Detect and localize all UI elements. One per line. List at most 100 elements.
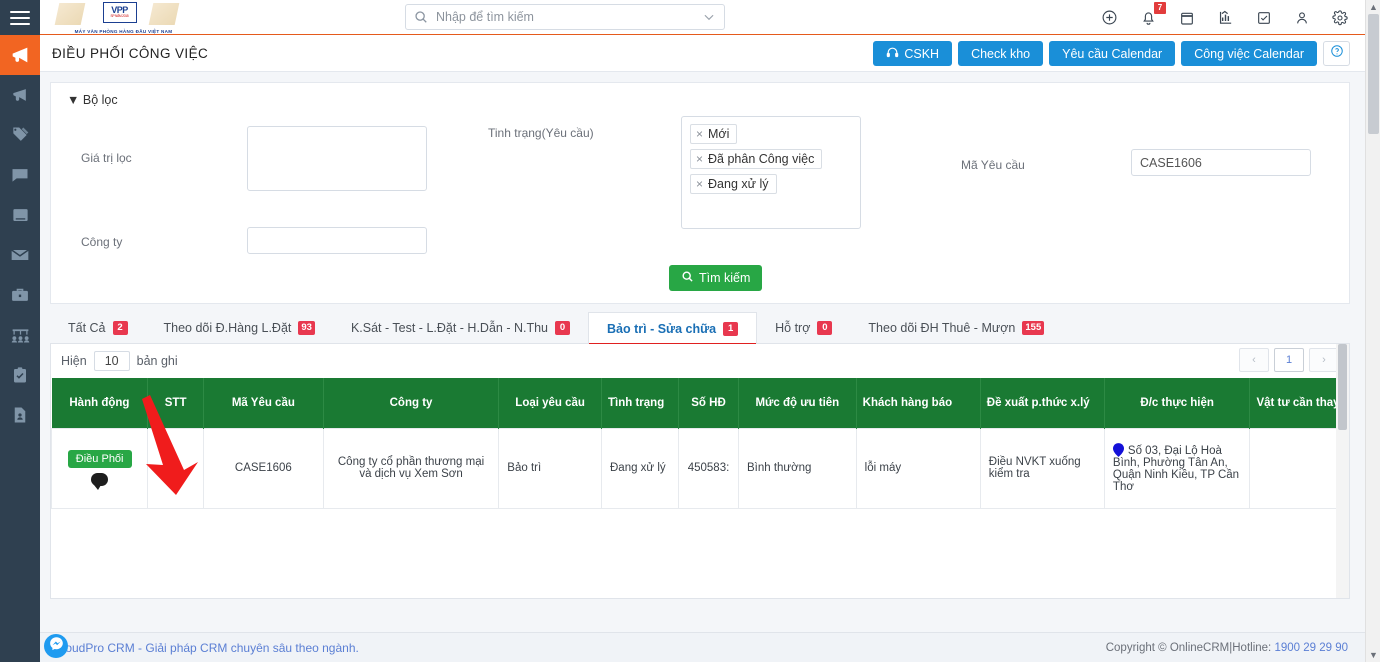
sidebar-item-mail[interactable]: [0, 235, 40, 275]
tab-ksat-test-ldat[interactable]: K.Sát - Test - L.Đặt - H.Dẫn - N.Thu 0: [333, 312, 588, 343]
pagination-page-1[interactable]: 1: [1274, 348, 1304, 372]
cell-tinh-trang: Đang xử lý: [600, 427, 680, 509]
col-stt[interactable]: STT: [147, 378, 204, 428]
calendar-icon[interactable]: [1179, 10, 1195, 26]
messenger-icon: [49, 636, 64, 656]
scroll-up-arrow-icon[interactable]: ▲: [1369, 2, 1378, 12]
gia-tri-loc-input[interactable]: [247, 126, 427, 191]
hamburger-icon: [10, 7, 30, 29]
tab-count-badge: 1: [723, 321, 739, 336]
gia-tri-loc-label: Giá trị lọc: [81, 151, 132, 165]
logo-tagline: MÁY VĂN PHÒNG HÀNG ĐẦU VIỆT NAM: [74, 29, 173, 34]
ma-yeu-cau-input[interactable]: CASE1606: [1131, 149, 1311, 176]
remove-tag-icon[interactable]: ×: [696, 127, 703, 141]
page-scroll-thumb[interactable]: [1368, 14, 1379, 134]
cong-ty-label: Công ty: [81, 235, 123, 249]
search-input[interactable]: Nhập để tìm kiếm: [436, 10, 702, 24]
gear-icon[interactable]: [1332, 9, 1348, 26]
page-vertical-scrollbar[interactable]: ▲ ▼: [1365, 0, 1380, 662]
filter-panel: ▼ Bộ lọc Giá trị lọc Công ty Tinh trạng(…: [50, 82, 1350, 304]
sidebar-item-knowledge[interactable]: [0, 195, 40, 235]
checkbox-icon[interactable]: [1256, 10, 1272, 26]
speaker-icon: [10, 85, 30, 105]
question-circle-icon: [1330, 44, 1344, 63]
cell-cong-ty[interactable]: Công ty cổ phần thương mại và dịch vụ Xe…: [322, 427, 500, 509]
sidebar-item-tags[interactable]: [0, 115, 40, 155]
table-row[interactable]: Điều Phối 1 CASE1606 Công ty cổ phần thư…: [51, 427, 1349, 509]
cskh-button[interactable]: CSKH: [873, 41, 953, 66]
col-ma-yeu-cau[interactable]: Mã Yêu cầu: [203, 378, 324, 428]
cong-viec-calendar-button[interactable]: Công việc Calendar: [1181, 41, 1317, 66]
hotline-label: Hotline:: [1232, 641, 1272, 654]
cong-ty-input[interactable]: [247, 227, 427, 254]
sidebar-item-announcements[interactable]: [0, 35, 40, 75]
tinh-trang-tag[interactable]: × Đang xử lý: [690, 174, 777, 194]
main-region: VPP SP NĂM 2015 MÁY VĂN PHÒNG HÀNG ĐẦU V…: [40, 0, 1380, 662]
scroll-down-arrow-icon[interactable]: ▼: [1369, 650, 1378, 660]
remove-tag-icon[interactable]: ×: [696, 152, 703, 166]
col-de-xuat-pthuc-xly[interactable]: Đề xuất p.thức x.lý: [980, 378, 1105, 428]
col-dia-chi-thuc-hien[interactable]: Đ/c thực hiện: [1104, 378, 1251, 428]
col-cong-ty[interactable]: Công ty: [323, 378, 500, 428]
sidebar-item-work[interactable]: [0, 275, 40, 315]
table-vertical-scrollbar[interactable]: [1336, 344, 1349, 598]
help-button[interactable]: [1323, 41, 1350, 66]
col-so-hd[interactable]: Số HĐ: [678, 378, 739, 428]
company-logo[interactable]: VPP SP NĂM 2015 MÁY VĂN PHÒNG HÀNG ĐẦU V…: [48, 0, 193, 35]
cell-ma-yeu-cau[interactable]: CASE1606: [202, 427, 324, 509]
tab-theo-doi-dh-thue-muon[interactable]: Theo dõi ĐH Thuê - Mượn 155: [850, 312, 1062, 343]
col-loai-yeu-cau[interactable]: Loại yêu cầu: [498, 378, 602, 428]
footer-bar: CloudPro CRM - Giải pháp CRM chuyên sâu …: [40, 632, 1380, 662]
bell-icon[interactable]: 7: [1140, 2, 1166, 26]
plus-circle-icon[interactable]: [1101, 9, 1118, 26]
filter-heading-label: Bộ lọc: [82, 93, 118, 107]
check-kho-button[interactable]: Check kho: [958, 41, 1044, 66]
tinh-trang-tag[interactable]: × Đã phân Công việc: [690, 149, 823, 169]
tinh-trang-multiselect[interactable]: × Mới × Đã phân Công việc × Đang xử lý: [681, 116, 861, 229]
records-per-page-select[interactable]: 10: [93, 351, 130, 371]
sidebar-item-chat[interactable]: [0, 155, 40, 195]
comment-bubble-icon[interactable]: [91, 473, 109, 490]
filter-heading[interactable]: ▼ Bộ lọc: [51, 83, 1349, 107]
dieu-phoi-button[interactable]: Điều Phối: [67, 450, 132, 468]
tinh-trang-tag-label: Mới: [708, 127, 730, 141]
col-muc-do-uu-tien[interactable]: Mức độ ưu tiên: [738, 378, 857, 428]
tag-icon: [10, 125, 30, 145]
tab-ho-tro[interactable]: Hỗ trợ 0: [757, 312, 850, 343]
remove-tag-icon[interactable]: ×: [696, 177, 703, 191]
tab-bao-tri-sua-chua[interactable]: Bảo trì - Sửa chữa 1: [588, 312, 758, 345]
cell-stt: 1: [147, 427, 204, 509]
user-icon[interactable]: [1294, 10, 1310, 26]
chart-icon[interactable]: [1217, 9, 1234, 26]
sidebar-item-tasks[interactable]: [0, 355, 40, 395]
tab-theo-doi-dhang-ldat[interactable]: Theo dõi Đ.Hàng L.Đặt 93: [146, 312, 333, 343]
tab-tat-ca[interactable]: Tất Cả 2: [50, 312, 146, 343]
global-search-box[interactable]: Nhập để tìm kiếm: [405, 4, 725, 30]
footer-brand-text[interactable]: CloudPro CRM - Giải pháp CRM chuyên sâu …: [54, 641, 359, 655]
sidebar-item-customers[interactable]: [0, 315, 40, 355]
messenger-button[interactable]: [44, 634, 68, 658]
table-header-row: Hành động STT Mã Yêu cầu Công ty Loại yê…: [51, 378, 1349, 428]
col-hanh-dong[interactable]: Hành động: [51, 378, 149, 428]
sidebar-item-campaigns[interactable]: [0, 75, 40, 115]
cell-hanh-dong: Điều Phối: [51, 427, 149, 509]
map-pin-icon[interactable]: [1112, 443, 1124, 457]
sidebar-item-reports[interactable]: [0, 395, 40, 435]
hotline-number[interactable]: 1900 29 29 90: [1274, 642, 1348, 654]
col-vat-tu-can-thay-the[interactable]: Vật tư cần thay thế: [1249, 378, 1349, 428]
pagination: ‹ 1 ›: [1239, 348, 1339, 372]
col-khach-hang-bao[interactable]: Khách hàng báo: [856, 378, 981, 428]
hamburger-menu-button[interactable]: [0, 0, 40, 35]
chevron-down-icon[interactable]: [702, 10, 716, 24]
table-scroll-thumb[interactable]: [1338, 344, 1347, 430]
pagination-next-button[interactable]: ›: [1309, 348, 1339, 372]
col-tinh-trang[interactable]: Tình trạng: [601, 378, 680, 428]
search-button[interactable]: Tìm kiếm: [669, 265, 763, 291]
yeu-cau-calendar-button[interactable]: Yêu cầu Calendar: [1049, 41, 1176, 66]
tinh-trang-tag[interactable]: × Mới: [690, 124, 738, 144]
envelope-icon: [10, 245, 30, 265]
pagination-prev-button[interactable]: ‹: [1239, 348, 1269, 372]
notification-badge: 7: [1154, 2, 1166, 14]
cell-so-hd[interactable]: 450583:: [678, 427, 739, 509]
cell-vat-tu: [1249, 427, 1349, 509]
